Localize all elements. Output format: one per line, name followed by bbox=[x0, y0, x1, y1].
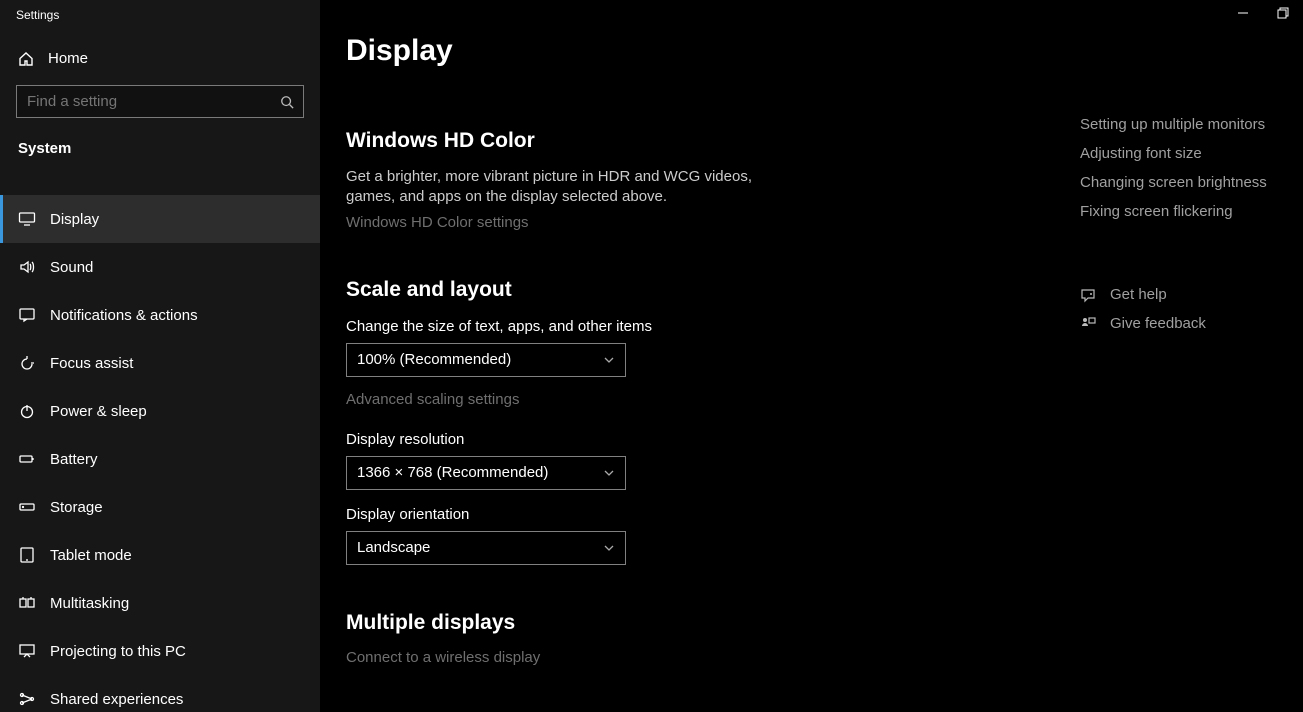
orientation-dropdown[interactable]: Landscape bbox=[346, 531, 626, 565]
storage-icon bbox=[18, 498, 36, 516]
aside-link-brightness[interactable]: Changing screen brightness bbox=[1080, 168, 1280, 197]
aside-link-multiple-monitors[interactable]: Setting up multiple monitors bbox=[1080, 110, 1280, 139]
sidebar-section-label: System bbox=[0, 128, 320, 165]
orientation-value: Landscape bbox=[357, 539, 430, 556]
sidebar-item-shared-experiences[interactable]: Shared experiences bbox=[0, 675, 320, 712]
minimize-button[interactable] bbox=[1233, 6, 1253, 20]
sidebar-item-label: Battery bbox=[50, 451, 98, 468]
sidebar: Settings Home System Display Sound bbox=[0, 0, 320, 712]
sidebar-item-power-sleep[interactable]: Power & sleep bbox=[0, 387, 320, 435]
battery-icon bbox=[18, 450, 36, 468]
window-title: Settings bbox=[0, 0, 320, 30]
focus-assist-icon bbox=[18, 354, 36, 372]
text-size-label: Change the size of text, apps, and other… bbox=[346, 318, 1054, 335]
chevron-down-icon bbox=[603, 354, 615, 366]
titlebar bbox=[1233, 0, 1303, 20]
connect-wireless-display-link[interactable]: Connect to a wireless display bbox=[346, 649, 540, 666]
content-area: Display Night light settings Windows HD … bbox=[320, 0, 1080, 712]
search-row bbox=[0, 79, 320, 128]
search-input[interactable] bbox=[16, 85, 304, 118]
home-label: Home bbox=[48, 50, 88, 67]
sidebar-item-multitasking[interactable]: Multitasking bbox=[0, 579, 320, 627]
text-size-value: 100% (Recommended) bbox=[357, 351, 511, 368]
sidebar-item-notifications[interactable]: Notifications & actions bbox=[0, 291, 320, 339]
sound-icon bbox=[18, 258, 36, 276]
sidebar-item-label: Tablet mode bbox=[50, 547, 132, 564]
sidebar-item-projecting[interactable]: Projecting to this PC bbox=[0, 627, 320, 675]
advanced-scaling-link[interactable]: Advanced scaling settings bbox=[346, 391, 519, 408]
sidebar-item-label: Focus assist bbox=[50, 355, 133, 372]
tablet-icon bbox=[18, 546, 36, 564]
sidebar-item-label: Shared experiences bbox=[50, 691, 183, 708]
main-panel: Display Night light settings Windows HD … bbox=[320, 0, 1303, 712]
sidebar-item-label: Display bbox=[50, 211, 99, 228]
sidebar-item-sound[interactable]: Sound bbox=[0, 243, 320, 291]
feedback-icon bbox=[1080, 316, 1096, 332]
restore-button[interactable] bbox=[1273, 6, 1293, 20]
sidebar-nav: Display Sound Notifications & actions Fo… bbox=[0, 165, 320, 712]
power-icon bbox=[18, 402, 36, 420]
chevron-down-icon bbox=[603, 467, 615, 479]
hd-color-description: Get a brighter, more vibrant picture in … bbox=[346, 167, 766, 208]
sidebar-item-tablet-mode[interactable]: Tablet mode bbox=[0, 531, 320, 579]
give-feedback-link[interactable]: Give feedback bbox=[1080, 309, 1280, 338]
search-icon bbox=[271, 95, 303, 109]
notifications-icon bbox=[18, 306, 36, 324]
multitasking-icon bbox=[18, 594, 36, 612]
sidebar-item-label: Projecting to this PC bbox=[50, 643, 186, 660]
give-feedback-label: Give feedback bbox=[1110, 315, 1206, 332]
aside-link-flickering[interactable]: Fixing screen flickering bbox=[1080, 197, 1280, 226]
page-title: Display bbox=[346, 34, 1054, 68]
text-size-dropdown[interactable]: 100% (Recommended) bbox=[346, 343, 626, 377]
resolution-label: Display resolution bbox=[346, 431, 1054, 448]
sidebar-item-label: Sound bbox=[50, 259, 93, 276]
monitor-icon bbox=[18, 210, 36, 228]
multiple-displays-heading: Multiple displays bbox=[346, 611, 1054, 635]
sidebar-item-label: Notifications & actions bbox=[50, 307, 198, 324]
orientation-label: Display orientation bbox=[346, 506, 1054, 523]
sidebar-item-focus-assist[interactable]: Focus assist bbox=[0, 339, 320, 387]
resolution-value: 1366 × 768 (Recommended) bbox=[357, 464, 548, 481]
hd-color-heading: Windows HD Color bbox=[346, 129, 1054, 153]
search-field[interactable] bbox=[17, 93, 271, 110]
home-icon bbox=[18, 51, 34, 67]
sidebar-item-display[interactable]: Display bbox=[0, 195, 320, 243]
aside: Setting up multiple monitors Adjusting f… bbox=[1080, 0, 1290, 712]
sidebar-item-battery[interactable]: Battery bbox=[0, 435, 320, 483]
help-icon bbox=[1080, 287, 1096, 303]
sidebar-item-label: Storage bbox=[50, 499, 103, 516]
aside-link-font-size[interactable]: Adjusting font size bbox=[1080, 139, 1280, 168]
sidebar-item-label: Power & sleep bbox=[50, 403, 147, 420]
sidebar-item-storage[interactable]: Storage bbox=[0, 483, 320, 531]
get-help-label: Get help bbox=[1110, 286, 1167, 303]
get-help-link[interactable]: Get help bbox=[1080, 280, 1280, 309]
resolution-dropdown[interactable]: 1366 × 768 (Recommended) bbox=[346, 456, 626, 490]
projecting-icon bbox=[18, 642, 36, 660]
hd-color-settings-link[interactable]: Windows HD Color settings bbox=[346, 214, 529, 231]
home-button[interactable]: Home bbox=[0, 30, 320, 79]
scale-layout-heading: Scale and layout bbox=[346, 278, 1054, 302]
chevron-down-icon bbox=[603, 542, 615, 554]
shared-experiences-icon bbox=[18, 690, 36, 708]
sidebar-item-label: Multitasking bbox=[50, 595, 129, 612]
